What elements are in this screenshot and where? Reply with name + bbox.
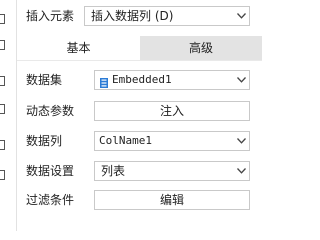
database-icon <box>100 75 108 88</box>
dataset-label: 数据集 <box>26 73 63 87</box>
edit-filter-button[interactable]: 编辑 <box>94 190 250 210</box>
insert-element-value: 插入数据列 (D) <box>91 9 174 23</box>
side-toolbar-strip <box>0 0 6 231</box>
chevron-down-icon[interactable] <box>233 162 249 180</box>
cell-element-panel: 插入元素 插入数据列 (D) 基本 高级 数据集 Embedded1 动态参数 … <box>0 0 262 231</box>
toolbar-icon-stub[interactable] <box>0 14 5 24</box>
dataset-value: Embedded1 <box>112 73 172 86</box>
data-settings-value: 列表 <box>101 164 126 178</box>
filter-label: 过滤条件 <box>26 193 75 207</box>
dataset-select[interactable]: Embedded1 <box>94 70 250 90</box>
toolbar-icon-stub[interactable] <box>0 170 5 180</box>
insert-element-select[interactable]: 插入数据列 (D) <box>84 6 250 26</box>
tab-advanced[interactable]: 高级 <box>140 36 262 60</box>
tab-basic[interactable]: 基本 <box>17 36 140 60</box>
chevron-down-icon[interactable] <box>233 71 249 89</box>
dynamic-params-label: 动态参数 <box>26 104 75 118</box>
tab-bar: 基本 高级 <box>17 36 262 60</box>
chevron-down-icon[interactable] <box>233 7 249 25</box>
toolbar-icon-stub[interactable] <box>0 76 5 86</box>
insert-element-label: 插入元素 <box>26 9 75 23</box>
data-column-select[interactable]: ColName1 <box>94 131 250 151</box>
toolbar-icon-stub[interactable] <box>0 104 5 114</box>
panel-divider <box>16 0 17 231</box>
data-column-value: ColName1 <box>99 134 152 147</box>
tab-underline <box>17 60 262 61</box>
data-settings-select[interactable]: 列表 <box>94 161 250 181</box>
data-column-label: 数据列 <box>26 134 63 148</box>
edit-filter-button-label: 编辑 <box>159 193 184 207</box>
chevron-down-icon[interactable] <box>233 132 249 150</box>
inject-button[interactable]: 注入 <box>94 101 250 121</box>
inject-button-label: 注入 <box>159 104 184 118</box>
toolbar-icon-stub[interactable] <box>0 140 5 150</box>
toolbar-icon-stub[interactable] <box>0 40 5 50</box>
data-settings-label: 数据设置 <box>26 164 75 178</box>
